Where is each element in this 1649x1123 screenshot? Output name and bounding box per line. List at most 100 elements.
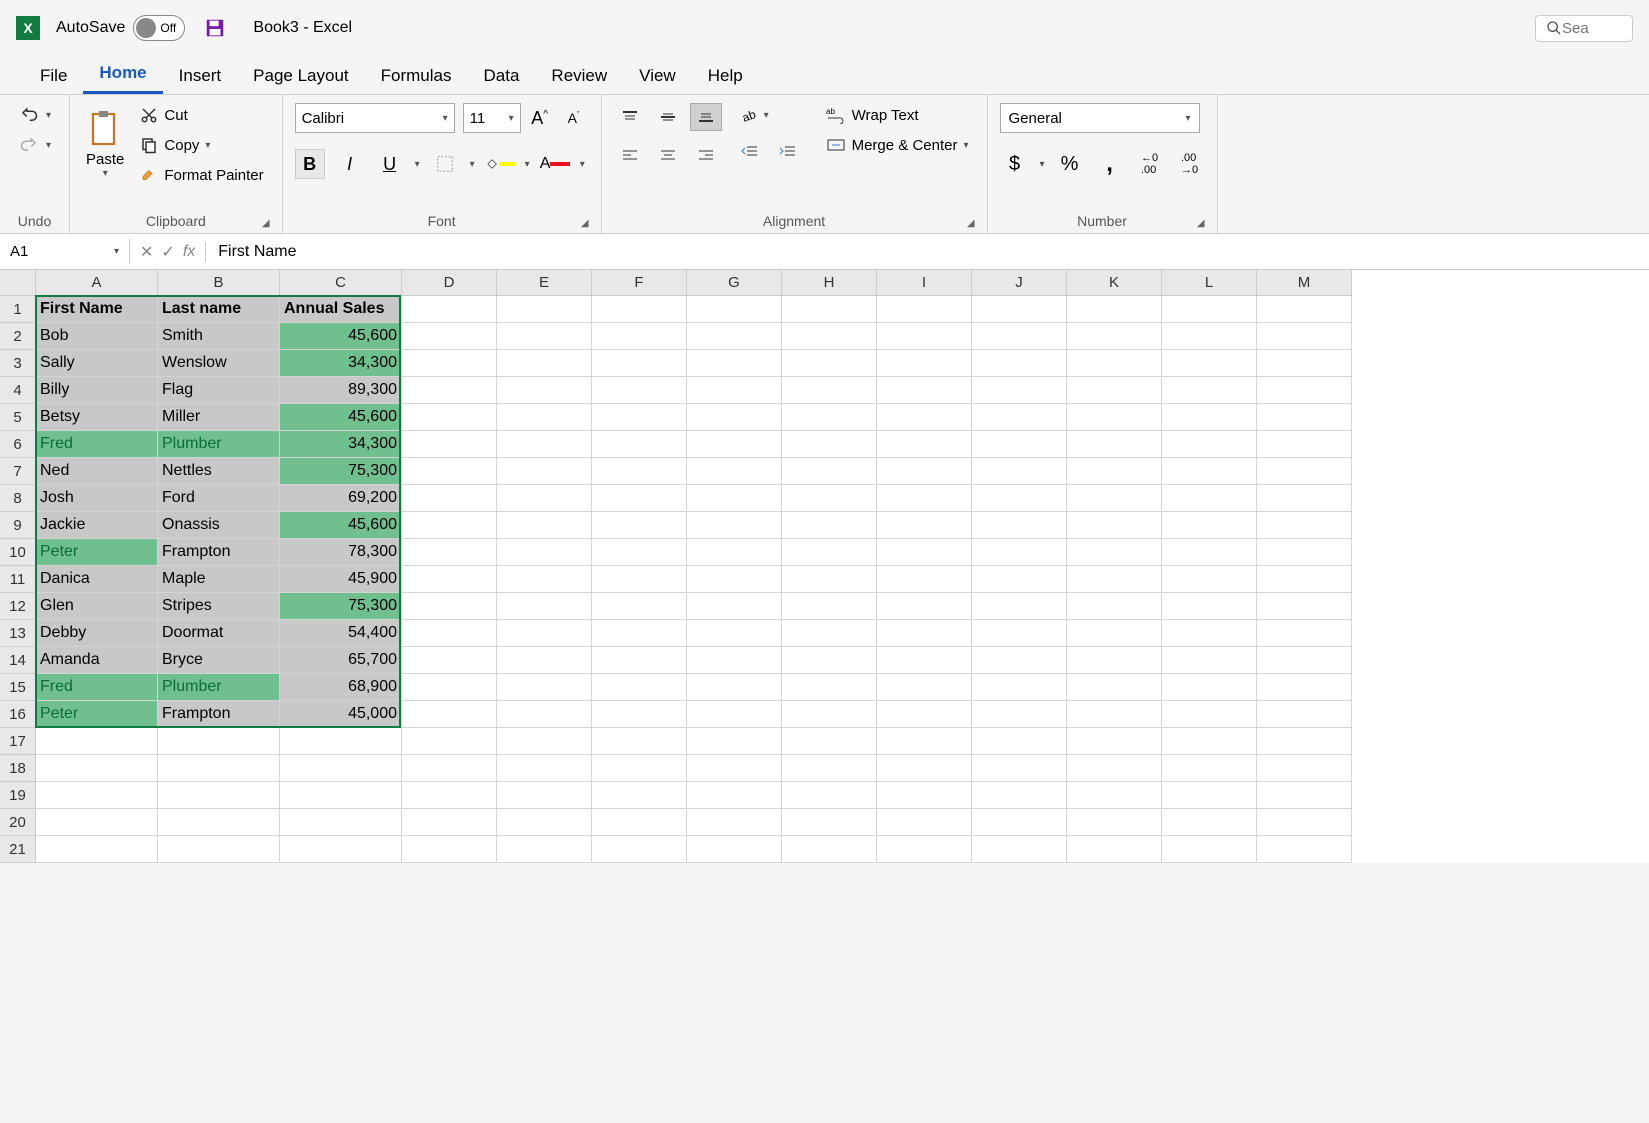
cell-E9[interactable] — [497, 512, 592, 539]
cell-A11[interactable]: Danica — [36, 566, 158, 593]
cell-B3[interactable]: Wenslow — [158, 350, 280, 377]
cell-K8[interactable] — [1067, 485, 1162, 512]
row-header-6[interactable]: 6 — [0, 431, 36, 458]
cell-I9[interactable] — [877, 512, 972, 539]
cell-G10[interactable] — [687, 539, 782, 566]
cell-D18[interactable] — [402, 755, 497, 782]
cell-I15[interactable] — [877, 674, 972, 701]
cell-K17[interactable] — [1067, 728, 1162, 755]
cell-J9[interactable] — [972, 512, 1067, 539]
cell-L18[interactable] — [1162, 755, 1257, 782]
cell-I13[interactable] — [877, 620, 972, 647]
cell-B13[interactable]: Doormat — [158, 620, 280, 647]
cell-G1[interactable] — [687, 296, 782, 323]
cell-D8[interactable] — [402, 485, 497, 512]
cell-H13[interactable] — [782, 620, 877, 647]
cell-F11[interactable] — [592, 566, 687, 593]
cell-H7[interactable] — [782, 458, 877, 485]
cell-G11[interactable] — [687, 566, 782, 593]
search-input[interactable] — [1562, 20, 1622, 37]
cell-K7[interactable] — [1067, 458, 1162, 485]
search-box[interactable] — [1535, 15, 1633, 42]
cell-C9[interactable]: 45,600 — [280, 512, 402, 539]
cell-L14[interactable] — [1162, 647, 1257, 674]
cell-J20[interactable] — [972, 809, 1067, 836]
cell-I17[interactable] — [877, 728, 972, 755]
cell-G9[interactable] — [687, 512, 782, 539]
cell-L7[interactable] — [1162, 458, 1257, 485]
cell-G8[interactable] — [687, 485, 782, 512]
cell-E16[interactable] — [497, 701, 592, 728]
cell-E12[interactable] — [497, 593, 592, 620]
cell-J4[interactable] — [972, 377, 1067, 404]
cell-A1[interactable]: First Name — [36, 296, 158, 323]
chevron-down-icon[interactable]: ▾ — [580, 159, 585, 170]
cell-F1[interactable] — [592, 296, 687, 323]
cut-button[interactable]: Cut — [134, 103, 269, 127]
cell-C7[interactable]: 75,300 — [280, 458, 402, 485]
row-header-13[interactable]: 13 — [0, 620, 36, 647]
cell-E15[interactable] — [497, 674, 592, 701]
align-left-button[interactable] — [614, 141, 646, 169]
cells-area[interactable]: First NameLast nameAnnual SalesBobSmith4… — [36, 296, 1352, 863]
cell-B4[interactable]: Flag — [158, 377, 280, 404]
cell-D15[interactable] — [402, 674, 497, 701]
row-header-11[interactable]: 11 — [0, 566, 36, 593]
cell-C13[interactable]: 54,400 — [280, 620, 402, 647]
cell-F15[interactable] — [592, 674, 687, 701]
cell-M17[interactable] — [1257, 728, 1352, 755]
cell-B16[interactable]: Frampton — [158, 701, 280, 728]
cell-A8[interactable]: Josh — [36, 485, 158, 512]
cell-H21[interactable] — [782, 836, 877, 863]
clipboard-dialog-launcher[interactable]: ◢ — [262, 218, 270, 229]
autosave-toggle[interactable]: Off — [133, 15, 185, 41]
cell-A4[interactable]: Billy — [36, 377, 158, 404]
cell-L6[interactable] — [1162, 431, 1257, 458]
cell-F4[interactable] — [592, 377, 687, 404]
cell-G15[interactable] — [687, 674, 782, 701]
cell-C8[interactable]: 69,200 — [280, 485, 402, 512]
cell-L5[interactable] — [1162, 404, 1257, 431]
copy-button[interactable]: Copy ▾ — [134, 133, 269, 157]
cell-G18[interactable] — [687, 755, 782, 782]
col-header-H[interactable]: H — [782, 270, 877, 296]
cell-M14[interactable] — [1257, 647, 1352, 674]
font-dialog-launcher[interactable]: ◢ — [581, 218, 589, 229]
merge-center-button[interactable]: Merge & Center ▾ — [820, 133, 975, 157]
cell-B19[interactable] — [158, 782, 280, 809]
cell-C4[interactable]: 89,300 — [280, 377, 402, 404]
col-header-A[interactable]: A — [36, 270, 158, 296]
cell-L8[interactable] — [1162, 485, 1257, 512]
cell-M13[interactable] — [1257, 620, 1352, 647]
chevron-down-icon[interactable]: ▾ — [415, 159, 420, 170]
col-header-D[interactable]: D — [402, 270, 497, 296]
borders-button[interactable] — [430, 149, 460, 179]
tab-data[interactable]: Data — [468, 58, 536, 94]
col-header-B[interactable]: B — [158, 270, 280, 296]
cell-F8[interactable] — [592, 485, 687, 512]
row-header-15[interactable]: 15 — [0, 674, 36, 701]
cell-K13[interactable] — [1067, 620, 1162, 647]
cell-L19[interactable] — [1162, 782, 1257, 809]
cell-L9[interactable] — [1162, 512, 1257, 539]
cell-E18[interactable] — [497, 755, 592, 782]
cell-G2[interactable] — [687, 323, 782, 350]
cell-A6[interactable]: Fred — [36, 431, 158, 458]
cell-H8[interactable] — [782, 485, 877, 512]
underline-button[interactable]: U — [375, 149, 405, 179]
name-box[interactable]: A1 ▾ — [0, 239, 130, 264]
cell-D2[interactable] — [402, 323, 497, 350]
decrease-font-button[interactable]: Aˇ — [559, 103, 589, 133]
cell-E5[interactable] — [497, 404, 592, 431]
number-dialog-launcher[interactable]: ◢ — [1197, 218, 1205, 229]
cell-K10[interactable] — [1067, 539, 1162, 566]
bold-button[interactable]: B — [295, 149, 325, 179]
align-right-button[interactable] — [690, 141, 722, 169]
cell-K14[interactable] — [1067, 647, 1162, 674]
cell-C2[interactable]: 45,600 — [280, 323, 402, 350]
row-header-2[interactable]: 2 — [0, 323, 36, 350]
cell-H18[interactable] — [782, 755, 877, 782]
cell-J21[interactable] — [972, 836, 1067, 863]
tab-review[interactable]: Review — [535, 58, 623, 94]
col-header-M[interactable]: M — [1257, 270, 1352, 296]
